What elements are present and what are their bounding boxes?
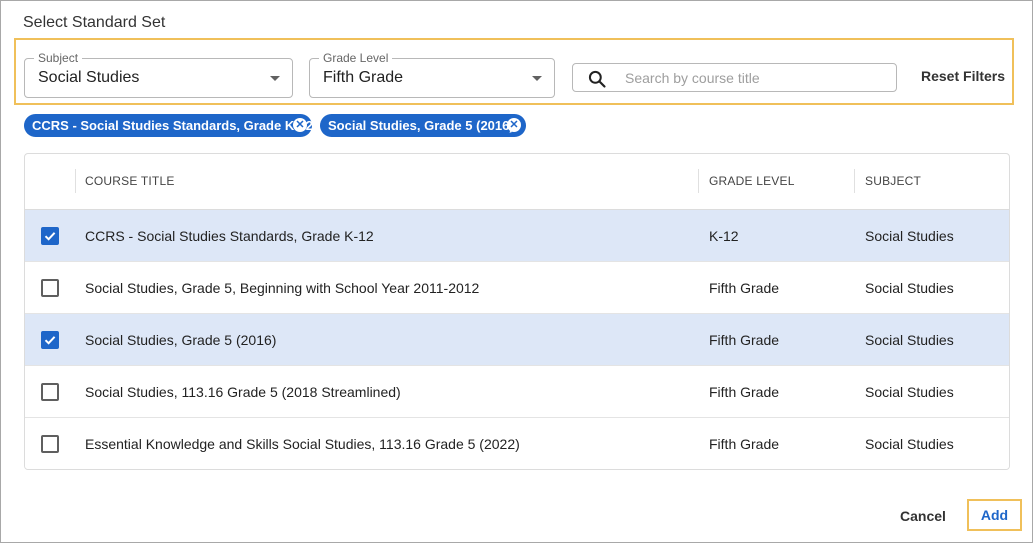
row-checkbox[interactable] [41, 331, 59, 349]
column-divider [698, 169, 699, 193]
chip-label: CCRS - Social Studies Standards, Grade K… [32, 118, 314, 133]
search-input[interactable] [625, 68, 885, 88]
close-circle-icon[interactable]: ✕ [507, 118, 521, 132]
grade-level-select[interactable]: Grade Level Fifth Grade [309, 51, 555, 98]
add-button[interactable]: Add [967, 499, 1022, 531]
course-title-cell: CCRS - Social Studies Standards, Grade K… [85, 228, 374, 244]
grade-level-cell: Fifth Grade [709, 436, 780, 452]
select-standard-set-dialog: Select Standard Set Subject Social Studi… [0, 0, 1033, 543]
course-title-cell: Essential Knowledge and Skills Social St… [85, 436, 520, 452]
table-row[interactable]: Social Studies, Grade 5 (2016) Fifth Gra… [25, 314, 1009, 366]
grade-level-select-label: Grade Level [319, 51, 393, 65]
selected-chip: CCRS - Social Studies Standards, Grade K… [24, 114, 314, 137]
column-divider [854, 169, 855, 193]
reset-filters-button[interactable]: Reset Filters [921, 68, 1005, 84]
grade-level-select-value: Fifth Grade [323, 69, 404, 86]
search-box [572, 63, 897, 92]
grade-level-cell: Fifth Grade [709, 332, 780, 348]
row-checkbox[interactable] [41, 227, 59, 245]
chevron-down-icon [270, 76, 280, 81]
selected-chip: Social Studies, Grade 5 (2016) ✕ [320, 114, 526, 137]
table-row[interactable]: Essential Knowledge and Skills Social St… [25, 418, 1009, 469]
subject-cell: Social Studies [865, 436, 954, 452]
grade-level-cell: Fifth Grade [709, 280, 780, 296]
subject-select-label: Subject [34, 51, 83, 65]
chevron-down-icon [532, 76, 542, 81]
grade-level-cell: Fifth Grade [709, 384, 780, 400]
course-title-cell: Social Studies, 113.16 Grade 5 (2018 Str… [85, 384, 401, 400]
subject-cell: Social Studies [865, 332, 954, 348]
column-header-course-title[interactable]: COURSE TITLE [85, 174, 175, 188]
dialog-title: Select Standard Set [23, 14, 166, 31]
table-row[interactable]: Social Studies, Grade 5, Beginning with … [25, 262, 1009, 314]
subject-select[interactable]: Subject Social Studies [24, 51, 293, 98]
subject-cell: Social Studies [865, 280, 954, 296]
table-row[interactable]: Social Studies, 113.16 Grade 5 (2018 Str… [25, 366, 1009, 418]
table-header: COURSE TITLE GRADE LEVEL SUBJECT [25, 154, 1009, 210]
chip-label: Social Studies, Grade 5 (2016) [328, 118, 514, 133]
grade-level-cell: K-12 [709, 228, 739, 244]
course-title-cell: Social Studies, Grade 5 (2016) [85, 332, 277, 348]
course-title-cell: Social Studies, Grade 5, Beginning with … [85, 280, 480, 296]
row-checkbox[interactable] [41, 435, 59, 453]
course-table: COURSE TITLE GRADE LEVEL SUBJECT CCRS - … [24, 153, 1010, 470]
subject-cell: Social Studies [865, 384, 954, 400]
subject-select-value: Social Studies [38, 69, 140, 86]
close-circle-icon[interactable]: ✕ [293, 118, 307, 132]
checkmark-icon [44, 232, 56, 241]
row-checkbox[interactable] [41, 279, 59, 297]
subject-cell: Social Studies [865, 228, 954, 244]
column-header-subject[interactable]: SUBJECT [865, 174, 921, 188]
table-row[interactable]: CCRS - Social Studies Standards, Grade K… [25, 210, 1009, 262]
checkmark-icon [44, 336, 56, 345]
search-icon [588, 70, 606, 88]
column-header-grade-level[interactable]: GRADE LEVEL [709, 174, 795, 188]
row-checkbox[interactable] [41, 383, 59, 401]
cancel-button[interactable]: Cancel [900, 508, 946, 524]
filter-bar: Subject Social Studies Grade Level Fifth… [14, 38, 1014, 105]
column-divider [75, 169, 76, 193]
